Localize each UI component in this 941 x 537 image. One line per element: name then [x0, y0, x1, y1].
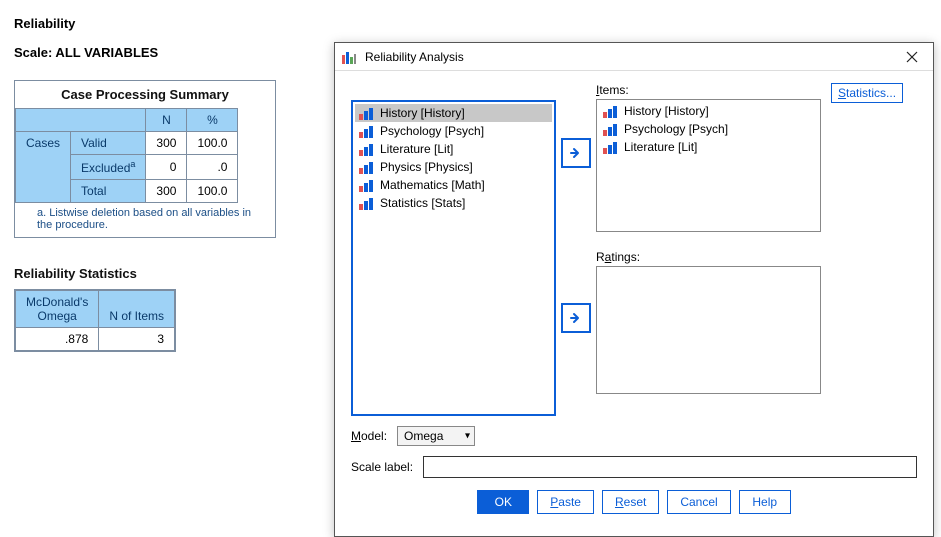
ratings-label: Ratings: [596, 250, 821, 264]
case-summary-footnote: a. Listwise deletion based on all variab… [15, 203, 275, 237]
reliability-stats-table: McDonald's Omega N of Items .878 3 [14, 289, 176, 352]
list-item[interactable]: Psychology [Psych] [599, 120, 818, 138]
list-item[interactable]: Mathematics [Math] [355, 176, 552, 194]
row-total-n: 300 [146, 180, 187, 203]
row-excluded-label: Excludeda [71, 155, 146, 180]
list-item[interactable]: History [History] [599, 102, 818, 120]
move-to-ratings-button[interactable] [561, 303, 591, 333]
paste-button[interactable]: Paste [537, 490, 594, 514]
col-omega: McDonald's Omega [16, 291, 99, 328]
row-excluded-pct: .0 [187, 155, 238, 180]
list-item[interactable]: Literature [Lit] [355, 140, 552, 158]
output-heading: Reliability [14, 16, 927, 31]
scale-var-icon [359, 197, 374, 210]
case-summary-pivot: N % Cases Valid 300 100.0 Excludeda 0 .0… [15, 108, 238, 203]
items-label: Items: [596, 83, 821, 97]
model-label: Model: [351, 429, 387, 443]
case-processing-summary-table: Case Processing Summary N % Cases Valid … [14, 80, 276, 238]
statistics-button[interactable]: Statistics... [831, 83, 903, 103]
col-n: N [146, 109, 187, 132]
scale-var-icon [359, 179, 374, 192]
dialog-titlebar[interactable]: Reliability Analysis [335, 43, 933, 71]
ok-button[interactable]: OK [477, 490, 529, 514]
scale-var-icon [359, 107, 374, 120]
row-group-cases: Cases [16, 132, 71, 203]
chevron-down-icon: ▾ [465, 431, 470, 442]
cancel-button[interactable]: Cancel [667, 490, 730, 514]
list-item[interactable]: Literature [Lit] [599, 138, 818, 156]
row-valid-label: Valid [71, 132, 146, 155]
row-valid-n: 300 [146, 132, 187, 155]
app-icon [341, 49, 357, 65]
case-summary-title: Case Processing Summary [15, 81, 275, 108]
scale-label-label: Scale label: [351, 460, 413, 474]
dialog-title: Reliability Analysis [365, 50, 897, 64]
close-icon [906, 51, 918, 63]
list-item[interactable]: History [History] [355, 104, 552, 122]
scale-label-input[interactable] [423, 456, 917, 478]
col-nitems: N of Items [99, 291, 175, 328]
ratings-list[interactable] [596, 266, 821, 394]
source-variable-list[interactable]: History [History] Psychology [Psych] Lit… [351, 100, 556, 416]
scale-var-icon [603, 123, 618, 136]
row-total-pct: 100.0 [187, 180, 238, 203]
scale-var-icon [359, 125, 374, 138]
nitems-value: 3 [99, 328, 175, 351]
model-select[interactable]: Omega ▾ [397, 426, 475, 446]
help-button[interactable]: Help [739, 490, 791, 514]
items-list[interactable]: History [History] Psychology [Psych] Lit… [596, 99, 821, 232]
col-pct: % [187, 109, 238, 132]
list-item[interactable]: Psychology [Psych] [355, 122, 552, 140]
omega-value: .878 [16, 328, 99, 351]
list-item[interactable]: Physics [Physics] [355, 158, 552, 176]
reset-button[interactable]: Reset [602, 490, 659, 514]
arrow-right-icon [569, 146, 583, 160]
close-button[interactable] [897, 46, 927, 68]
scale-var-icon [603, 105, 618, 118]
scale-var-icon [359, 161, 374, 174]
row-valid-pct: 100.0 [187, 132, 238, 155]
scale-var-icon [359, 143, 374, 156]
arrow-right-icon [569, 311, 583, 325]
row-total-label: Total [71, 180, 146, 203]
reliability-analysis-dialog: Reliability Analysis History [History] P… [334, 42, 934, 537]
list-item[interactable]: Statistics [Stats] [355, 194, 552, 212]
row-excluded-n: 0 [146, 155, 187, 180]
scale-var-icon [603, 141, 618, 154]
move-to-items-button[interactable] [561, 138, 591, 168]
